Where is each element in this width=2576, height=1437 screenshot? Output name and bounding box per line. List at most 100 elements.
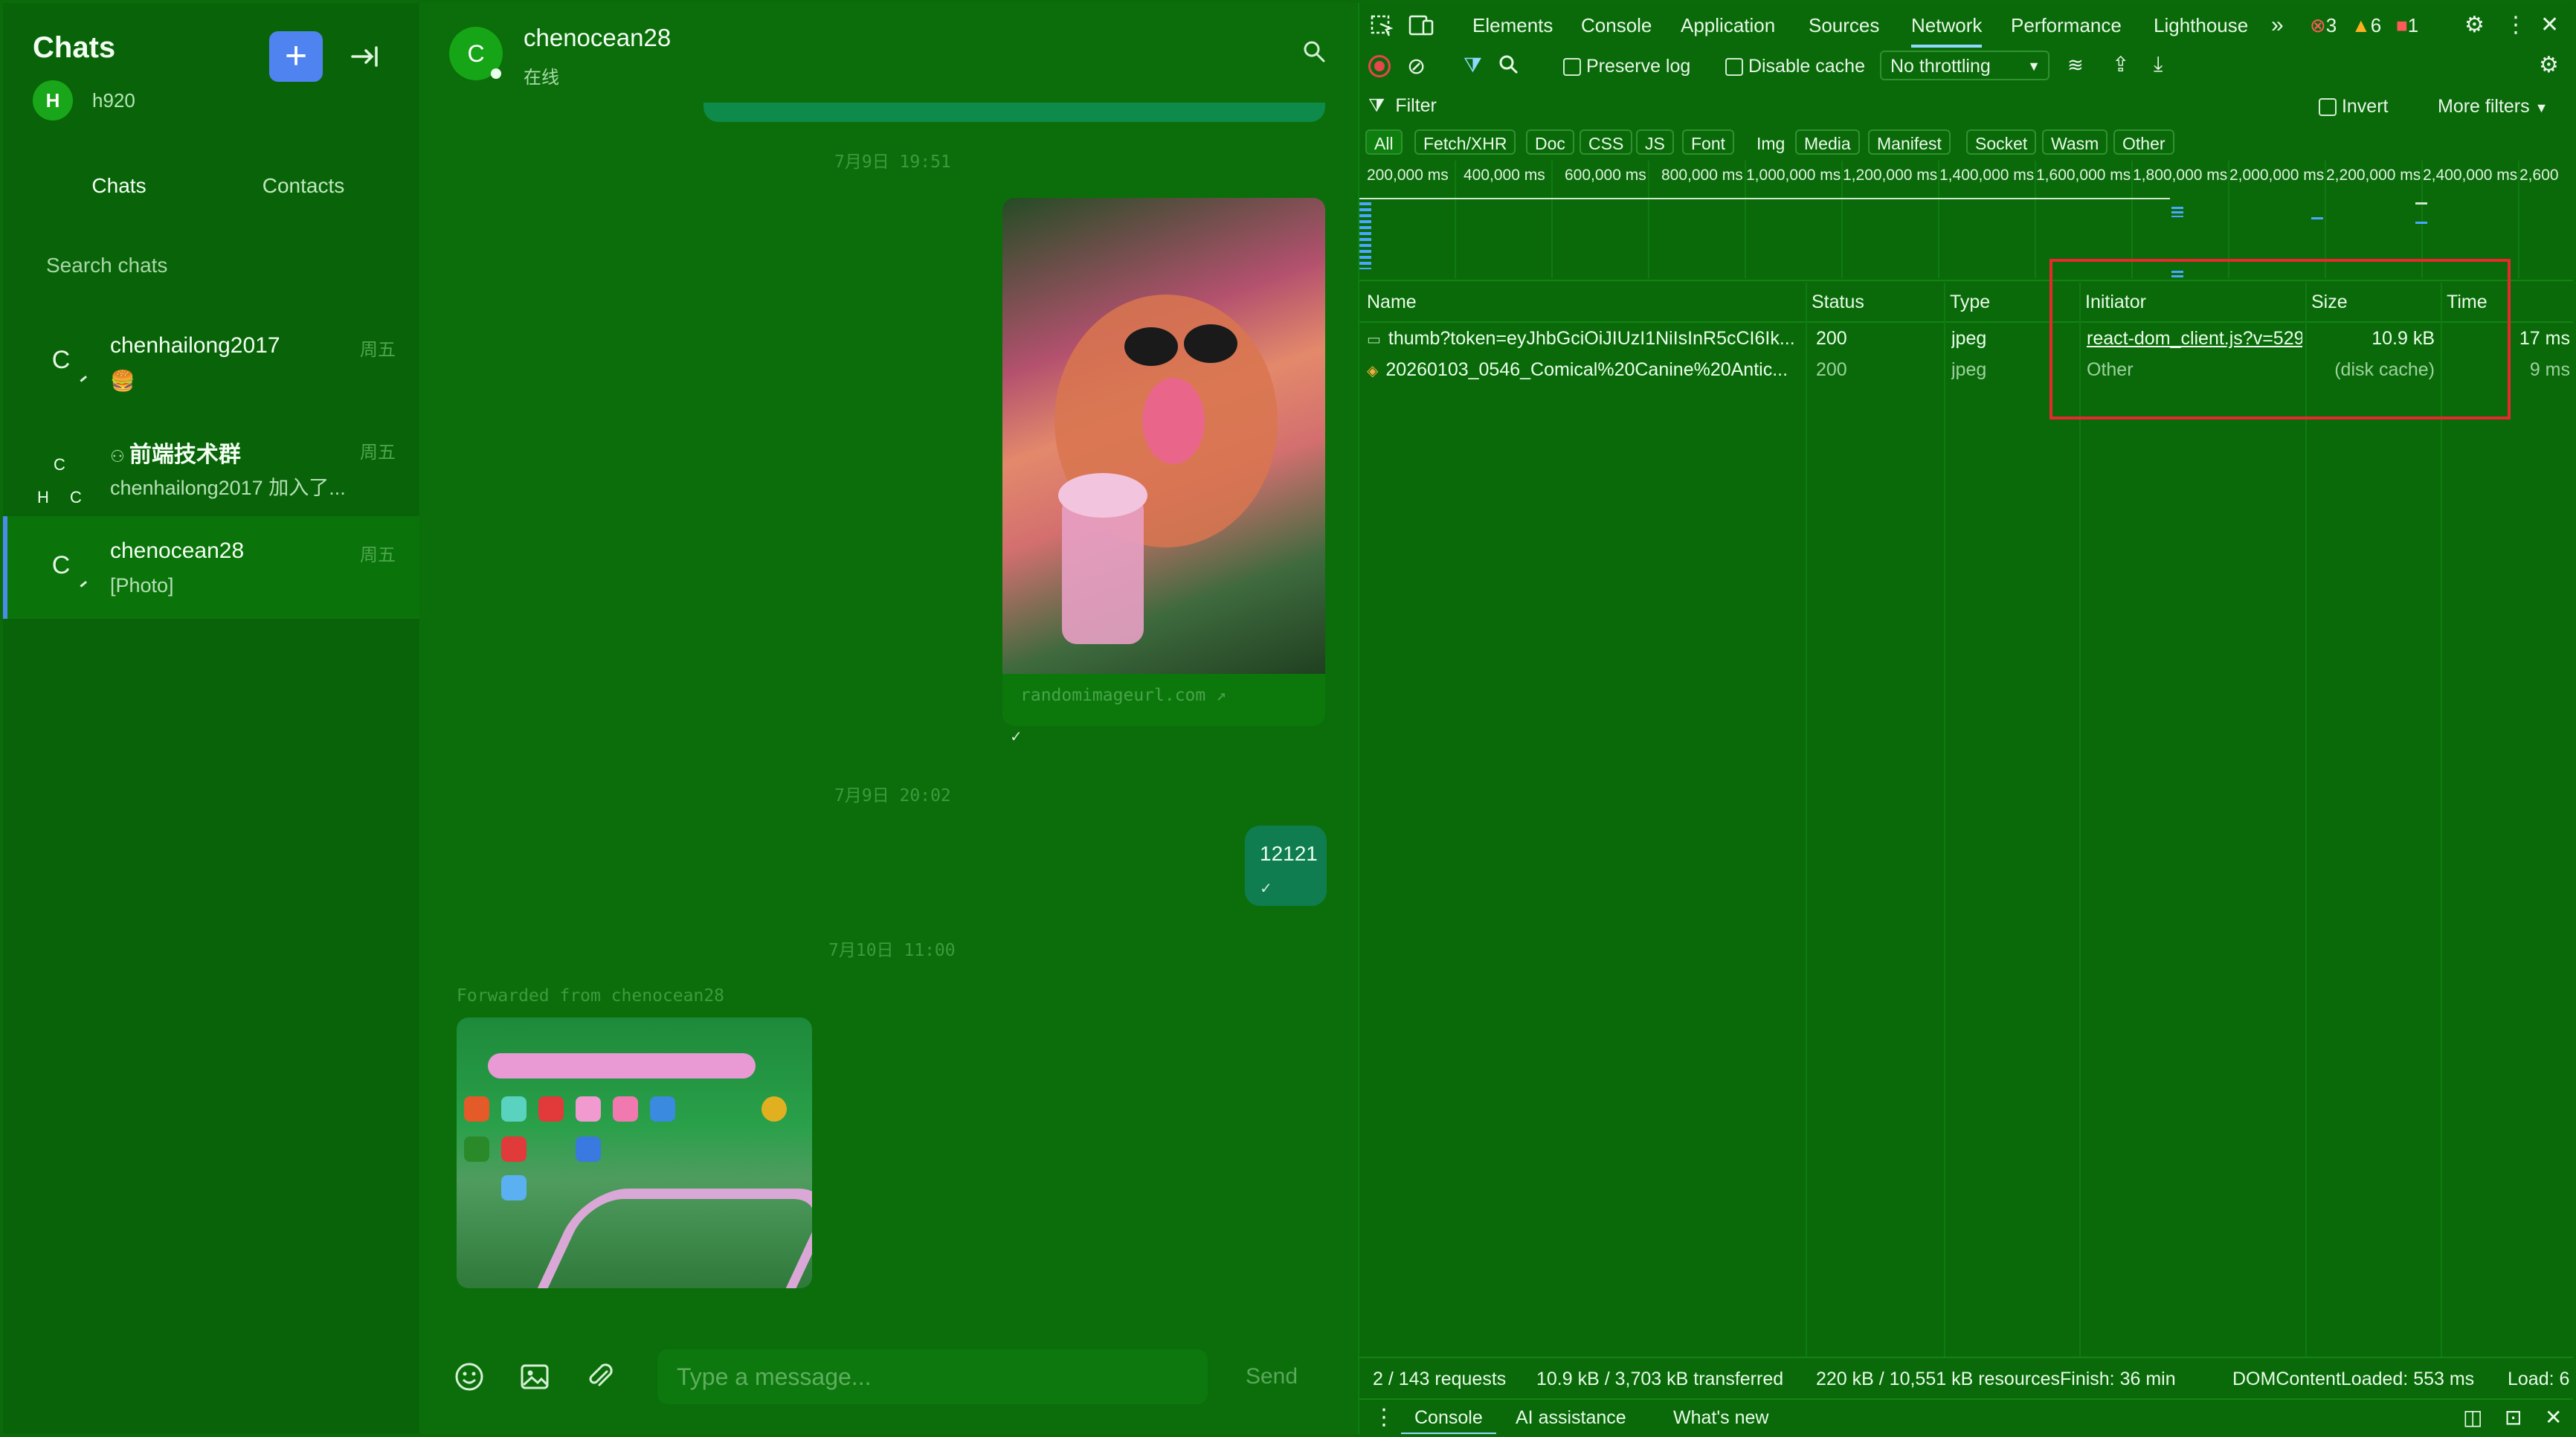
- type-filter-media[interactable]: Media: [1795, 129, 1860, 155]
- chat-avatar-letter: C: [51, 550, 71, 579]
- tab-network[interactable]: Network: [1911, 3, 1983, 48]
- preserve-log-checkbox[interactable]: Preserve log: [1563, 54, 1690, 79]
- type-filter-doc[interactable]: Doc: [1526, 129, 1574, 155]
- type-filter-other[interactable]: Other: [2113, 129, 2174, 155]
- drawer-tab-ai-assistance[interactable]: AI assistance: [1516, 1400, 1626, 1434]
- request-name-text: thumb?token=eyJhbGciOiJIUzI1NiIsInR5cCI6…: [1388, 328, 1795, 349]
- close-drawer-button[interactable]: ✕: [2545, 1400, 2562, 1434]
- device-toolbar-button[interactable]: [1408, 3, 1434, 48]
- type-filter-fetch[interactable]: Fetch/XHR: [1414, 129, 1516, 155]
- device-icon: [1408, 15, 1434, 36]
- contact-avatar-letter: C: [467, 39, 485, 67]
- filter-input[interactable]: ⧩ Filter: [1368, 91, 2298, 120]
- image-message[interactable]: randomimageurl.com ↗: [1002, 198, 1325, 726]
- network-conditions-button[interactable]: ≋: [2067, 54, 2084, 77]
- attach-file-button[interactable]: [585, 1361, 616, 1392]
- issue-count[interactable]: ■1: [2396, 3, 2418, 48]
- chat-list-item-active[interactable]: C chenocean28 [Photo] 周五: [3, 516, 419, 619]
- tab-performance[interactable]: Performance: [2011, 3, 2122, 48]
- undock-drawer-button[interactable]: ⊡: [2505, 1400, 2522, 1434]
- drawer-tab-console[interactable]: Console: [1401, 1400, 1496, 1434]
- type-filter-socket[interactable]: Socket: [1966, 129, 2037, 155]
- clear-button[interactable]: ⊘: [1407, 54, 1426, 80]
- more-filters-button[interactable]: More filters ▼: [2438, 94, 2548, 120]
- type-filter-css[interactable]: CSS: [1580, 129, 1633, 155]
- send-button[interactable]: Send: [1227, 1349, 1316, 1404]
- logout-button[interactable]: [345, 37, 384, 76]
- message-input[interactable]: Type a message...: [657, 1349, 1208, 1404]
- invert-label: Invert: [2341, 96, 2389, 117]
- kebab-menu-icon: ⋮: [2505, 13, 2527, 37]
- warning-icon: ▲: [2351, 14, 2371, 36]
- tab-console[interactable]: Console: [1581, 3, 1652, 48]
- tab-chats[interactable]: Chats: [27, 155, 211, 217]
- tab-elements[interactable]: Elements: [1472, 3, 1553, 48]
- drawer-menu-button[interactable]: ⋮: [1373, 1400, 1395, 1434]
- error-count[interactable]: ⊗3: [2310, 3, 2337, 48]
- type-filter-wasm[interactable]: Wasm: [2042, 129, 2108, 155]
- throttling-select[interactable]: No throttling ▼: [1880, 51, 2049, 80]
- emoji-button[interactable]: [454, 1361, 485, 1392]
- chat-list-item[interactable]: C chenhailong2017 🍔 周五: [3, 311, 419, 414]
- image-upload-button[interactable]: [519, 1361, 550, 1392]
- chat-avatar: C: [36, 540, 88, 591]
- throttling-value: No throttling: [1890, 56, 1991, 77]
- warning-count[interactable]: ▲6: [2351, 3, 2381, 48]
- invert-checkbox[interactable]: Invert: [2319, 94, 2388, 119]
- tab-lighthouse[interactable]: Lighthouse: [2154, 3, 2248, 48]
- tab-sources[interactable]: Sources: [1809, 3, 1879, 48]
- chat-time: 周五: [360, 340, 396, 360]
- chat-time: 周五: [360, 545, 396, 565]
- column-status[interactable]: Status: [1812, 283, 1864, 321]
- contact-status: 在线: [524, 68, 559, 88]
- dock-side-button[interactable]: ◫: [2463, 1400, 2482, 1434]
- type-filter-manifest[interactable]: Manifest: [1868, 129, 1951, 155]
- more-filters-label: More filters: [2438, 96, 2530, 117]
- filter-toggle-button[interactable]: ⧩: [1464, 54, 1482, 78]
- request-name: ◈ 20260103_0546_Comical%20Canine%20Antic.…: [1367, 354, 1801, 385]
- chat-name: chenocean28: [110, 539, 245, 563]
- chat-list-item[interactable]: C H C ⚇ 前端技术群 chenhailong2017 加入了... 周五: [3, 414, 419, 516]
- devtools-menu-button[interactable]: ⋮: [2505, 3, 2527, 48]
- screenshot-road: [537, 1189, 812, 1288]
- type-filter-font[interactable]: Font: [1682, 129, 1735, 155]
- summary-resources: 220 kB / 10,551 kB resources: [1816, 1369, 2060, 1389]
- search-messages-button[interactable]: [1303, 40, 1325, 62]
- close-devtools-button[interactable]: ✕: [2540, 3, 2559, 48]
- kebab-menu-icon: ⋮: [1373, 1405, 1395, 1430]
- inspect-element-button[interactable]: [1370, 3, 1394, 48]
- type-filter-img[interactable]: Img: [1748, 129, 1794, 155]
- export-har-button[interactable]: ⤓: [2154, 52, 2163, 77]
- image-source-link[interactable]: randomimageurl.com ↗: [1020, 686, 1226, 705]
- type-filter-all[interactable]: All: [1365, 129, 1403, 155]
- issue-count-text: 1: [2407, 14, 2419, 36]
- record-button[interactable]: [1368, 55, 1391, 77]
- logout-icon: [351, 46, 378, 67]
- new-chat-button[interactable]: +: [269, 31, 323, 82]
- summary-domcontentloaded: DOMContentLoaded: 553 ms: [2232, 1369, 2475, 1389]
- forwarded-image[interactable]: [457, 1018, 812, 1288]
- devtools-settings-button[interactable]: ⚙: [2464, 3, 2485, 48]
- import-har-button[interactable]: ⇪: [2112, 52, 2129, 77]
- more-tabs-button[interactable]: »: [2271, 3, 2284, 48]
- chat-panel: C chenocean28 在线 7月9日 19:51 randomimageu: [419, 3, 1358, 1434]
- wifi-settings-icon: ≋: [2067, 54, 2084, 76]
- timeline-tick: 1,200,000 ms: [1843, 167, 1938, 184]
- network-filter-row: ⧩ Filter Invert More filters ▼: [1359, 86, 2573, 125]
- resource-type-filters: All Fetch/XHR Doc CSS JS Font Img Media …: [1359, 126, 2573, 159]
- filter-icon: ⧩: [1464, 54, 1482, 77]
- type-filter-js[interactable]: JS: [1636, 129, 1674, 155]
- search-network-button[interactable]: [1498, 52, 1520, 77]
- request-type: jpeg: [1951, 328, 1987, 349]
- column-type[interactable]: Type: [1950, 283, 1990, 321]
- disable-cache-checkbox[interactable]: Disable cache: [1725, 54, 1865, 79]
- drawer-tab-whats-new[interactable]: What's new: [1673, 1400, 1768, 1434]
- text-message-bubble[interactable]: 12121 ✓: [1245, 826, 1327, 906]
- network-settings-button[interactable]: ⚙: [2539, 52, 2559, 78]
- tab-application[interactable]: Application: [1681, 3, 1775, 48]
- dog-photo[interactable]: [1002, 198, 1325, 674]
- column-name[interactable]: Name: [1367, 283, 1417, 321]
- online-indicator: [491, 68, 501, 79]
- tab-contacts[interactable]: Contacts: [211, 155, 396, 217]
- search-chats-input[interactable]: Search chats: [27, 242, 396, 289]
